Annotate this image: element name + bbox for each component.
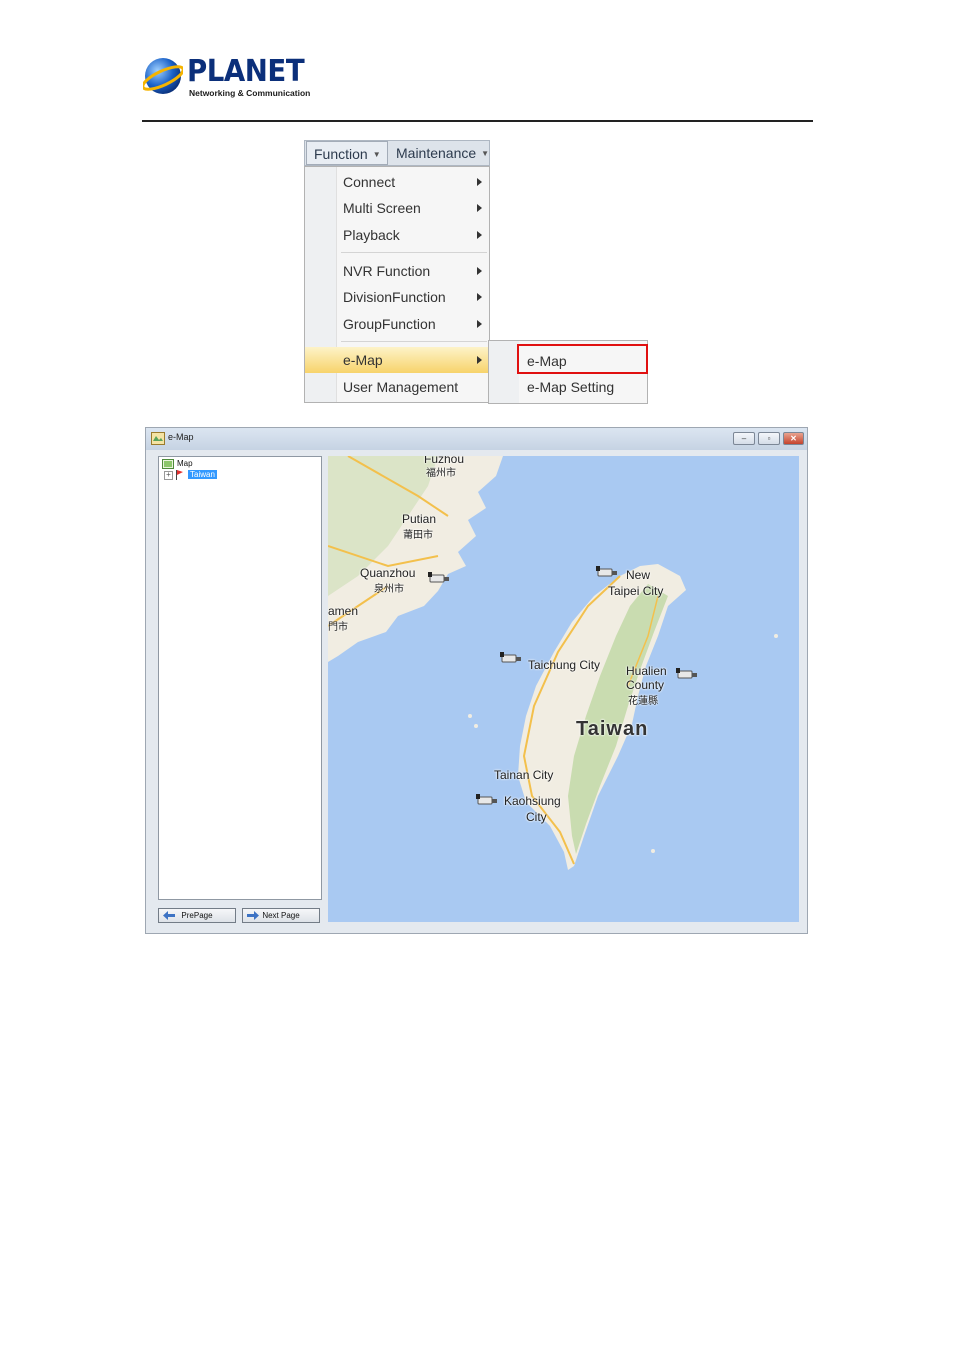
submenu-arrow-icon <box>477 320 482 328</box>
globe-icon <box>143 58 183 94</box>
menu-item-label: Multi Screen <box>343 200 421 216</box>
camera-icon[interactable] <box>676 668 698 682</box>
menu-item-label: GroupFunction <box>343 316 436 332</box>
menu-item-user-management[interactable]: User Management <box>305 374 489 400</box>
map-view[interactable]: Fuzhou 福州市 Putian 莆田市 Quanzhou 泉州市 amen … <box>328 456 799 922</box>
function-menu-button[interactable]: Function ▼ <box>306 141 388 165</box>
camera-icon[interactable] <box>500 652 522 666</box>
submenu-arrow-icon <box>477 267 482 275</box>
highlight-box <box>517 344 648 374</box>
close-button[interactable]: ✕ <box>783 432 804 445</box>
menu-item-playback[interactable]: Playback <box>305 222 489 248</box>
maintenance-menu-label: Maintenance <box>396 145 477 161</box>
menu-item-division-function[interactable]: DivisionFunction <box>305 284 489 310</box>
camera-icon[interactable] <box>596 566 618 580</box>
next-page-label: Next Page <box>262 911 300 920</box>
camera-icon[interactable] <box>476 794 498 808</box>
map-label-kaohsiung-1: Kaohsiung <box>504 794 561 808</box>
map-label-quanzhou-cn: 泉州市 <box>374 584 404 595</box>
e-map-window: e-Map – ▫ ✕ Map + Taiwan PrePage Next Pa… <box>145 427 808 934</box>
brand-name: PLANET <box>187 54 305 89</box>
map-label-kaohsiung-2: City <box>526 810 547 824</box>
map-tree-panel: Map + Taiwan <box>158 456 322 900</box>
menu-separator <box>341 252 487 253</box>
camera-icon[interactable] <box>428 572 450 586</box>
map-label-taichung: Taichung City <box>528 658 601 672</box>
menu-bar: Function ▼ Maintenance ▼ <box>304 140 490 166</box>
map-app-icon <box>151 432 165 445</box>
submenu-arrow-icon <box>477 293 482 301</box>
map-label-fuzhou-cn: 福州市 <box>426 468 456 479</box>
prev-page-button[interactable]: PrePage <box>158 908 236 923</box>
map-label-xiamen: amen <box>328 604 359 618</box>
menu-item-label: Playback <box>343 227 400 243</box>
header-divider <box>142 120 813 122</box>
menu-item-group-function[interactable]: GroupFunction <box>305 311 489 337</box>
map-label-hualien-1: Hualien <box>626 664 667 678</box>
chevron-down-icon: ▼ <box>372 150 381 160</box>
flag-icon <box>176 470 183 480</box>
map-label-hualien-cn: 花蓮縣 <box>628 696 658 707</box>
tree-node-map[interactable]: Map <box>177 459 193 468</box>
map-folder-icon <box>162 459 174 469</box>
menu-item-label: e-Map <box>343 352 383 368</box>
map-label-putian-cn: 莆田市 <box>403 530 433 541</box>
brand-tagline: Networking & Communication <box>189 88 311 98</box>
prev-page-label: PrePage <box>181 911 213 920</box>
menu-item-label: User Management <box>343 379 459 395</box>
tree-node-taiwan[interactable]: Taiwan <box>188 470 217 479</box>
submenu-arrow-icon <box>477 356 482 364</box>
submenu-arrow-icon <box>477 204 482 212</box>
map-label-xiamen-cn: 門市 <box>328 622 348 633</box>
submenu-arrow-icon <box>477 231 482 239</box>
map-label-tainan: Tainan City <box>494 768 554 782</box>
minimize-button[interactable]: – <box>733 432 755 445</box>
menu-item-label: Connect <box>343 174 396 190</box>
function-menu-label: Function <box>314 146 368 162</box>
map-label-new-taipei-1: New <box>626 568 651 582</box>
menu-item-connect[interactable]: Connect <box>305 169 489 195</box>
chevron-down-icon: ▼ <box>481 149 490 159</box>
menu-separator <box>341 341 487 342</box>
map-label-putian: Putian <box>402 512 437 526</box>
menu-icon-gutter <box>489 341 519 403</box>
submenu-item-e-map-setting[interactable]: e-Map Setting <box>527 379 614 395</box>
window-title: e-Map <box>168 432 194 442</box>
maintenance-menu-button[interactable]: Maintenance ▼ <box>391 141 494 165</box>
menu-item-label: NVR Function <box>343 263 431 279</box>
function-dropdown: Connect Multi Screen Playback NVR Functi… <box>304 166 490 403</box>
next-page-button[interactable]: Next Page <box>242 908 320 923</box>
expand-icon[interactable]: + <box>164 471 173 480</box>
map-label-taiwan: Taiwan <box>576 718 649 740</box>
maximize-button[interactable]: ▫ <box>758 432 780 445</box>
map-label-hualien-2: County <box>626 678 665 692</box>
window-title-bar: e-Map – ▫ ✕ <box>146 428 807 450</box>
planet-logo: PLANET Networking & Communication <box>143 54 313 100</box>
map-graphic <box>328 456 799 922</box>
submenu-arrow-icon <box>477 178 482 186</box>
menu-item-nvr-function[interactable]: NVR Function <box>305 258 489 284</box>
menu-item-e-map[interactable]: e-Map <box>305 347 489 373</box>
map-label-new-taipei-2: Taipei City <box>608 584 664 598</box>
map-label-quanzhou: Quanzhou <box>360 566 416 580</box>
menu-item-label: DivisionFunction <box>343 289 446 305</box>
menu-item-multi-screen[interactable]: Multi Screen <box>305 195 489 221</box>
